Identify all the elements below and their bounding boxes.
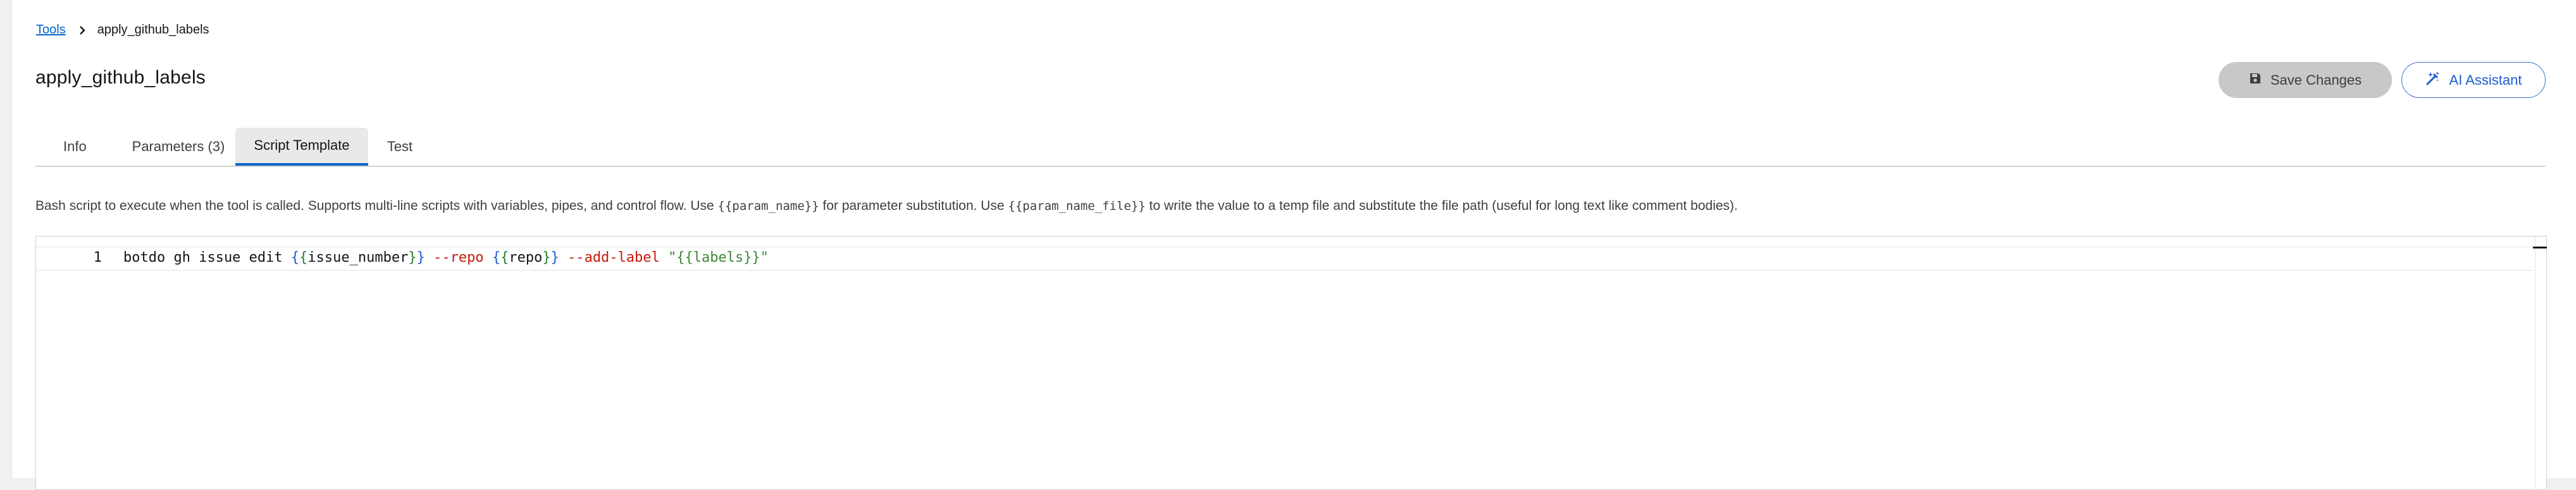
code-token-variable: issue_number	[307, 250, 409, 266]
magic-wand-icon	[2425, 71, 2441, 90]
code-token-flag: --add-label	[567, 250, 660, 266]
param-name-file-code: {{param_name_file}}	[1008, 199, 1146, 213]
minimap-slider[interactable]	[2533, 247, 2547, 248]
code-token-brace: {	[492, 250, 501, 266]
description-text-3: to write the value to a temp file and su…	[1145, 199, 1738, 213]
code-token-brace: }	[416, 250, 425, 266]
save-changes-button[interactable]: Save Changes	[2219, 62, 2392, 98]
floppy-disk-icon	[2249, 72, 2262, 89]
code-token-brace: }	[542, 250, 551, 266]
code-line[interactable]: botdo gh issue edit {{issue_number}} --r…	[123, 247, 769, 269]
breadcrumb-current: apply_github_labels	[97, 23, 209, 37]
code-token-string: "{{labels}}"	[668, 250, 769, 266]
chevron-right-icon	[78, 25, 86, 35]
code-token-variable: repo	[509, 250, 543, 266]
ai-assistant-button[interactable]: AI Assistant	[2401, 62, 2546, 98]
code-token-flag: --repo	[433, 250, 484, 266]
tab-info[interactable]: Info	[35, 128, 87, 166]
description-text-1: Bash script to execute when the tool is …	[35, 199, 718, 213]
code-token-brace: {	[500, 250, 509, 266]
breadcrumb: Tools apply_github_labels	[36, 23, 209, 37]
main-page: Tools apply_github_labels apply_github_l…	[11, 0, 2576, 490]
code-token-brace: }	[408, 250, 417, 266]
ai-assistant-label: AI Assistant	[2449, 71, 2522, 88]
tab-parameters[interactable]: Parameters (3)	[121, 128, 235, 166]
code-token-brace: {	[299, 250, 308, 266]
page-title: apply_github_labels	[35, 67, 206, 88]
tab-test[interactable]: Test	[368, 128, 431, 166]
breadcrumb-tools-link[interactable]: Tools	[36, 23, 66, 37]
code-token-command: botdo gh issue edit	[123, 250, 291, 266]
tab-test-label: Test	[387, 138, 413, 154]
tab-bar: Info Parameters (3) Script Template Test	[35, 128, 2546, 167]
tab-info-label: Info	[63, 138, 87, 154]
save-changes-label: Save Changes	[2270, 71, 2362, 88]
code-token-brace: {	[290, 250, 300, 266]
script-description: Bash script to execute when the tool is …	[35, 199, 1738, 214]
description-text-2: for parameter substitution. Use	[819, 199, 1008, 213]
tab-parameters-label: Parameters (3)	[132, 138, 225, 154]
code-token-brace: }	[550, 250, 559, 266]
tab-script-template[interactable]: Script Template	[235, 128, 368, 166]
script-editor[interactable]: 1 botdo gh issue edit {{issue_number}} -…	[35, 236, 2547, 490]
param-name-code: {{param_name}}	[717, 199, 819, 213]
editor-minimap[interactable]	[2535, 236, 2547, 489]
line-number: 1	[93, 250, 102, 266]
tab-script-template-label: Script Template	[254, 137, 350, 153]
